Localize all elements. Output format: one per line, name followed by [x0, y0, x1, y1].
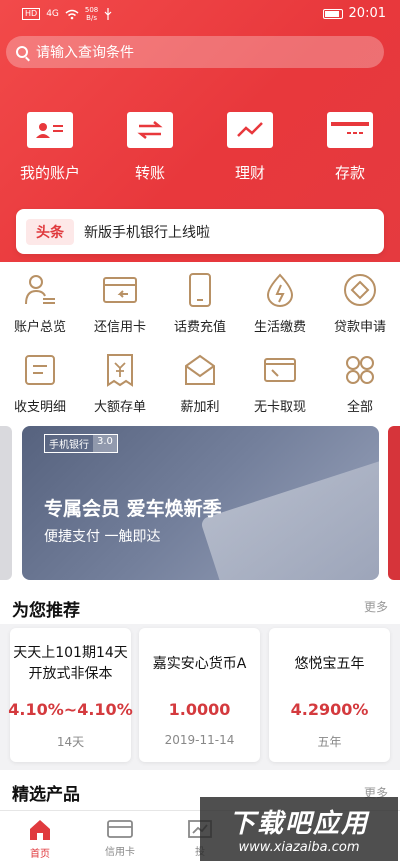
cardless-withdraw-icon [264, 358, 296, 382]
service-statement[interactable]: 收支明细 [0, 342, 80, 422]
watermark-url: www.xiazaiba.com [238, 840, 360, 855]
quick-action-label: 理财 [234, 164, 265, 182]
account-card-icon [27, 112, 73, 148]
product-name: 嘉实安心货币A [152, 655, 247, 672]
tab-label: 信用卡 [105, 847, 135, 858]
tab-label: 首页 [30, 849, 50, 860]
account-overview-icon [25, 275, 55, 305]
product-meta: 2019-11-14 [164, 733, 235, 747]
phone-recharge-icon [189, 273, 211, 307]
recommend-title: 为您推荐 [12, 601, 80, 621]
banner-title: 专属会员 爱车焕新季 [44, 498, 222, 520]
product-rate: 4.2900% [290, 700, 369, 719]
prev-banner-peek[interactable] [0, 426, 12, 580]
net-speed-unit: B/s [86, 14, 97, 22]
quick-action-label: 我的账户 [19, 164, 80, 182]
hd-badge: HD [22, 8, 41, 20]
tab-home[interactable]: 首页 [0, 811, 80, 867]
tab-credit-card[interactable]: 信用卡 [80, 811, 160, 867]
clock: 20:01 [348, 6, 386, 21]
product-name: 天天上101期14天开放式非保本 [13, 645, 128, 682]
service-label: 贷款申请 [333, 320, 386, 335]
banner-tag-right: 3.0 [93, 435, 117, 452]
service-label: 大额存单 [93, 400, 146, 415]
service-label: 生活缴费 [253, 320, 306, 335]
search-icon [16, 46, 28, 58]
utility-payment-icon [266, 273, 294, 307]
service-phone-recharge[interactable]: 话费充值 [160, 262, 240, 342]
service-loan[interactable]: 贷款申请 [320, 262, 400, 342]
quick-action-transfer[interactable]: 转账 [100, 112, 200, 183]
headline-text: 新版手机银行上线啦 [84, 224, 210, 241]
service-label: 话费充值 [173, 320, 226, 335]
status-bar: HD 4G 508 B/s 20:01 [0, 0, 400, 28]
large-deposit-icon [107, 354, 133, 387]
product-meta: 五年 [317, 735, 342, 749]
selected-title: 精选产品 [12, 785, 80, 805]
service-label: 账户总览 [13, 320, 66, 335]
watermark-title: 下载吧应用 [228, 809, 369, 839]
salary-plus-icon [185, 354, 215, 385]
service-grid: 账户总览 还信用卡 话费充值 生活缴费 贷款申请 收支明细 大额存单 薪加利 无… [0, 262, 400, 422]
transfer-icon [127, 112, 173, 148]
loan-apply-icon [344, 274, 376, 306]
service-account-overview[interactable]: 账户总览 [0, 262, 80, 342]
search-placeholder: 请输入查询条件 [36, 45, 134, 61]
quick-action-account[interactable]: 我的账户 [0, 112, 100, 183]
service-large-deposit[interactable]: 大额存单 [80, 342, 160, 422]
product-rate: 1.0000 [168, 700, 231, 719]
watermark: 下载吧应用 www.xiazaiba.com [200, 797, 398, 861]
banner-card-image [199, 457, 379, 580]
wifi-icon [65, 9, 79, 19]
banner-tag-left: 手机银行 [49, 440, 89, 451]
service-label: 还信用卡 [93, 320, 146, 335]
service-label: 薪加利 [180, 400, 220, 415]
quick-action-deposit[interactable]: 存款 [300, 112, 400, 183]
deposit-card-icon [327, 112, 373, 148]
quick-action-label: 转账 [134, 164, 165, 182]
net-speed-value: 508 [84, 6, 99, 14]
next-banner-peek[interactable] [388, 426, 400, 580]
product-card[interactable]: 天天上101期14天开放式非保本 4.10%~4.10% 14天 [8, 628, 133, 762]
home-icon [30, 820, 50, 840]
usb-icon [104, 8, 112, 20]
banner-subtitle: 便捷支付 一触即达 [44, 529, 161, 545]
battery-icon [322, 8, 343, 19]
quick-actions: 我的账户 转账 理财 存款 [0, 112, 400, 183]
service-label: 收支明细 [13, 400, 66, 415]
signal-label: 4G [46, 9, 59, 19]
search-bar[interactable]: 请输入查询条件 [6, 36, 384, 68]
banner-tag: 手机银行 3.0 [44, 434, 118, 453]
net-speed: 508 B/s [85, 6, 98, 22]
service-credit-repay[interactable]: 还信用卡 [80, 262, 160, 342]
recommend-header: 为您推荐 更多 [0, 590, 400, 624]
quick-action-label: 存款 [334, 164, 365, 182]
service-all[interactable]: 全部 [320, 342, 400, 422]
product-meta: 14天 [56, 735, 85, 749]
credit-card-icon [107, 820, 133, 838]
product-rate: 4.10%~4.10% [8, 700, 133, 719]
all-services-icon [346, 356, 374, 384]
quick-action-wealth[interactable]: 理财 [200, 112, 300, 183]
promo-banner[interactable]: 手机银行 3.0 专属会员 爱车焕新季 便捷支付 一触即达 [22, 426, 379, 580]
product-card[interactable]: 嘉实安心货币A 1.0000 2019-11-14 [139, 628, 260, 762]
product-name: 悠悦宝五年 [294, 655, 365, 672]
credit-card-repay-icon [103, 277, 137, 303]
statement-icon [25, 355, 55, 385]
headline-tag: 头条 [26, 218, 74, 245]
service-salary[interactable]: 薪加利 [160, 342, 240, 422]
service-label: 无卡取现 [253, 400, 306, 415]
product-card[interactable]: 悠悦宝五年 4.2900% 五年 [269, 628, 390, 762]
service-label: 全部 [346, 400, 373, 415]
recommend-more-link[interactable]: 更多 [364, 598, 388, 615]
service-utility[interactable]: 生活缴费 [240, 262, 320, 342]
trend-chart-icon [227, 112, 273, 148]
service-cardless[interactable]: 无卡取现 [240, 342, 320, 422]
headline-news[interactable]: 头条 新版手机银行上线啦 [16, 209, 384, 254]
